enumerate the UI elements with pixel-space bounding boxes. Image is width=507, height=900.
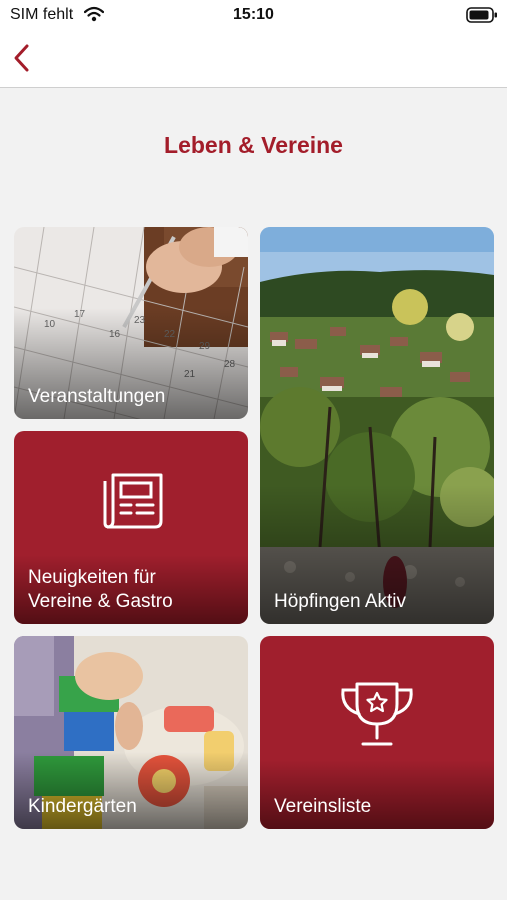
chevron-left-icon (14, 44, 29, 72)
back-button[interactable] (6, 40, 40, 76)
status-bar: SIM fehlt 15:10 (0, 0, 507, 30)
tile-label: Vereinsliste (274, 796, 372, 817)
navigation-bar (0, 30, 507, 88)
newspaper-icon (103, 473, 163, 529)
tile-kindergaerten[interactable]: Kindergärten (14, 636, 248, 829)
trophy-icon (341, 682, 413, 746)
tile-label: Veranstaltungen (28, 386, 166, 407)
tile-neuigkeiten[interactable]: Neuigkeiten für Vereine & Gastro (14, 431, 248, 624)
tile-veranstaltungen[interactable]: 171623 222910 2821 Veranstaltungen (14, 227, 248, 419)
tile-label: Höpfingen Aktiv (274, 591, 407, 612)
page-title: Leben & Vereine (164, 132, 343, 158)
tile-vereinsliste[interactable]: Vereinsliste (260, 636, 494, 829)
tile-label-line2: Vereine & Gastro (28, 591, 173, 612)
tile-label: Neuigkeiten für Vereine & Gastro (28, 566, 238, 614)
tile-hoepfingen-aktiv[interactable]: Höpfingen Aktiv (260, 227, 494, 624)
battery-icon (466, 7, 498, 28)
tile-label-line1: Neuigkeiten für (28, 567, 156, 588)
status-time: 15:10 (233, 6, 274, 23)
tile-label: Kindergärten (28, 796, 137, 817)
